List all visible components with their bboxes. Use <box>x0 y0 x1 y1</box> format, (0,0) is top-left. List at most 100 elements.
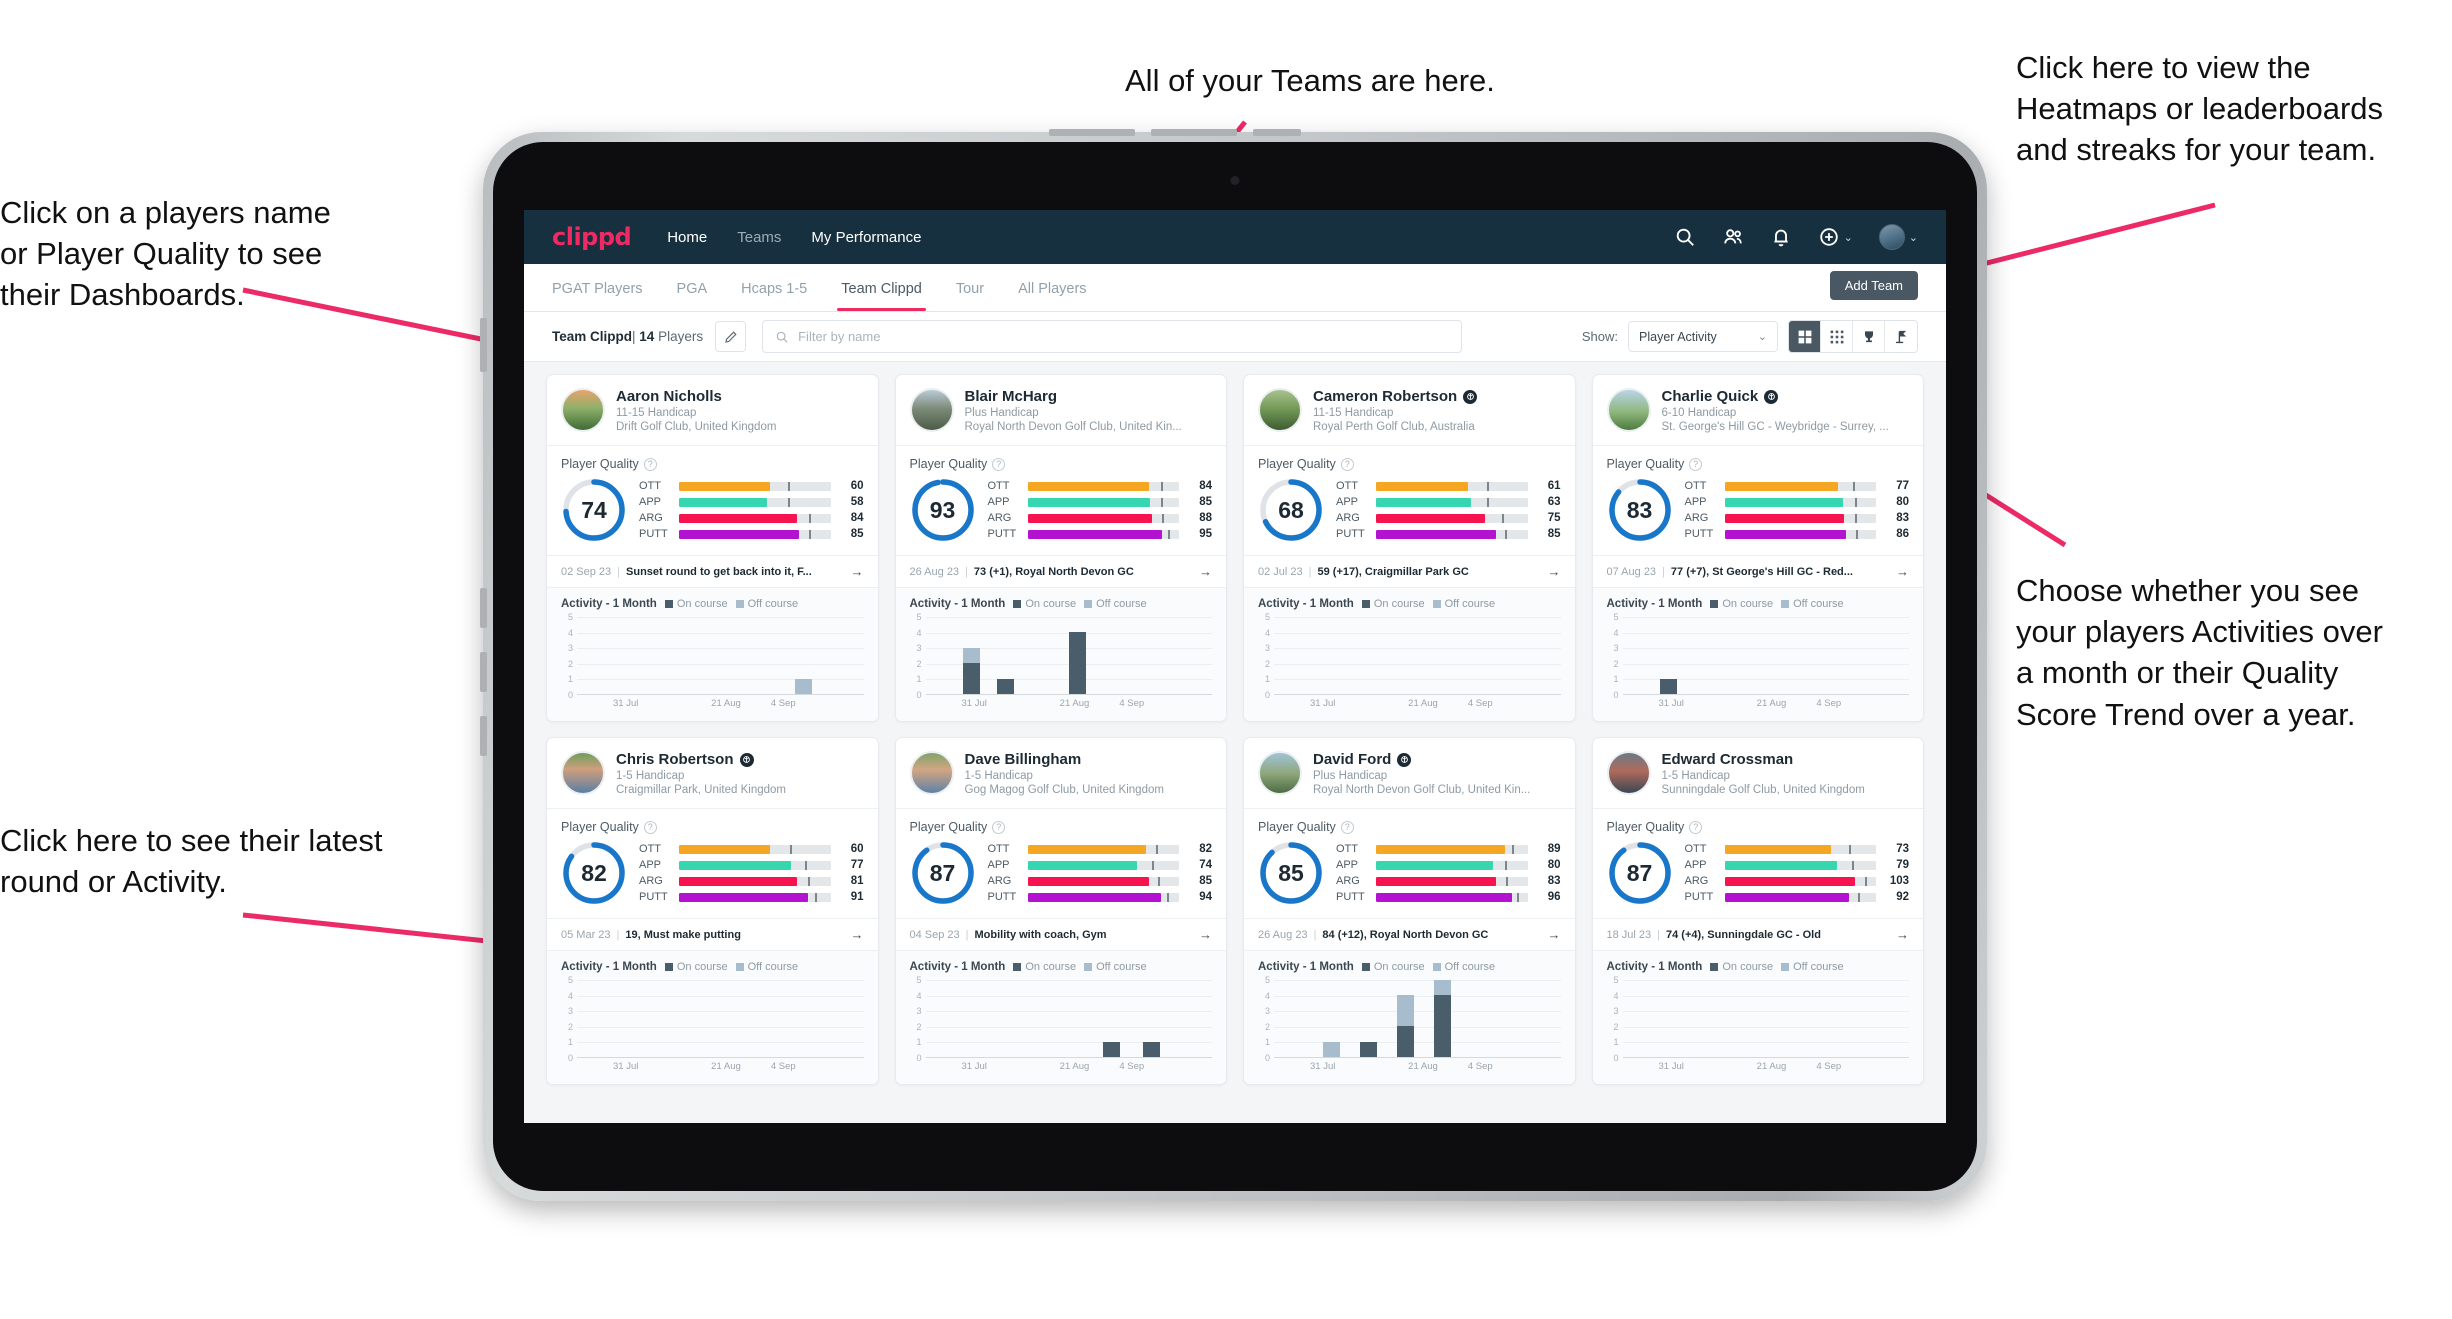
player-name[interactable]: Edward Crossman <box>1662 751 1794 768</box>
quality-score-ring[interactable]: 68 <box>1258 477 1324 543</box>
help-icon[interactable]: ? <box>992 820 1006 834</box>
trophy-icon[interactable] <box>1853 321 1885 352</box>
player-name-row[interactable]: Dave Billingham <box>965 751 1213 768</box>
arrow-right-icon[interactable]: → <box>1542 927 1561 942</box>
search-icon[interactable] <box>1674 226 1696 248</box>
player-avatar[interactable] <box>561 388 605 432</box>
dots-grid-icon[interactable] <box>1821 321 1853 352</box>
show-select[interactable]: Player Activity ⌄ <box>1628 321 1778 352</box>
player-avatar[interactable] <box>909 388 954 432</box>
player-card[interactable]: Aaron Nicholls 11-15 Handicap Drift Golf C… <box>546 374 879 722</box>
player-avatar[interactable] <box>909 751 954 795</box>
tab-team-clippd[interactable]: Team Clippd <box>837 264 926 311</box>
add-team-button[interactable]: Add Team <box>1829 271 1918 300</box>
player-name-row[interactable]: Chris Robertson <box>616 751 864 768</box>
player-quality-section[interactable]: Player Quality? 83 OTT 77 APP 80 ARG 83 PUTT 86 <box>1593 446 1924 555</box>
help-icon[interactable]: ? <box>643 820 657 834</box>
latest-round-row[interactable]: 18 Jul 23 | 74 (+4), Sunningdale GC - Old → <box>1592 918 1923 951</box>
player-quality-section[interactable]: Player Quality? 87 OTT 73 APP 79 ARG 103 PUTT 92 <box>1593 809 1924 918</box>
player-name[interactable]: Aaron Nicholls <box>616 388 722 405</box>
player-card[interactable]: Chris Robertson 1-5 Handicap Craigmillar P… <box>546 737 879 1085</box>
player-card-header[interactable]: Blair McHarg Plus Handicap Royal North Dev… <box>896 375 1227 445</box>
player-name[interactable]: David Ford <box>1313 751 1391 768</box>
player-card[interactable]: Blair McHarg Plus Handicap Royal North Dev… <box>894 374 1227 722</box>
arrow-right-icon[interactable]: → <box>845 564 864 579</box>
tab-pgat-players[interactable]: PGAT Players <box>552 264 643 311</box>
quality-score-ring[interactable]: 87 <box>910 840 976 906</box>
player-card[interactable]: Cameron Robertson 11-15 Handicap Royal Per… <box>1243 374 1576 722</box>
player-quality-section[interactable]: Player Quality? 93 OTT 84 APP 85 ARG 88 PUTT 95 <box>896 446 1227 555</box>
arrow-right-icon[interactable]: → <box>1193 564 1212 579</box>
chevron-down-icon[interactable]: ⌄ <box>1844 231 1853 244</box>
help-icon[interactable]: ? <box>1689 457 1703 471</box>
golf-flag-icon[interactable] <box>1885 321 1917 352</box>
quality-score-ring[interactable]: 85 <box>1258 840 1324 906</box>
account-menu[interactable]: ⌄ <box>1878 224 1918 250</box>
arrow-right-icon[interactable]: → <box>1890 564 1909 579</box>
tab-all-players[interactable]: All Players <box>1018 264 1087 311</box>
help-icon[interactable]: ? <box>1689 820 1703 834</box>
player-name[interactable]: Chris Robertson <box>616 751 734 768</box>
device-button-left-4[interactable] <box>480 716 487 756</box>
tab-pga[interactable]: PGA <box>677 264 708 311</box>
player-card[interactable]: Dave Billingham 1-5 Handicap Gog Magog Gol… <box>894 737 1227 1085</box>
arrow-right-icon[interactable]: → <box>1193 927 1212 942</box>
quality-score-ring[interactable]: 93 <box>910 477 976 543</box>
player-card[interactable]: Charlie Quick 6-10 Handicap St. George's H… <box>1591 374 1924 722</box>
player-avatar[interactable] <box>1258 751 1302 795</box>
player-avatar[interactable] <box>1606 751 1651 795</box>
player-name-row[interactable]: Charlie Quick <box>1662 388 1910 405</box>
latest-round-row[interactable]: 02 Jul 23 | 59 (+17), Craigmillar Park GC → <box>1244 555 1575 588</box>
player-name-row[interactable]: Edward Crossman <box>1662 751 1910 768</box>
player-card-header[interactable]: Charlie Quick 6-10 Handicap St. George's H… <box>1593 375 1924 445</box>
latest-round-row[interactable]: 04 Sep 23 | Mobility with coach, Gym → <box>895 918 1226 951</box>
player-name[interactable]: Cameron Robertson <box>1313 388 1457 405</box>
player-quality-section[interactable]: Player Quality? 68 OTT 61 APP 63 ARG 75 PUTT 85 <box>1244 446 1575 555</box>
player-name-row[interactable]: Aaron Nicholls <box>616 388 864 405</box>
help-icon[interactable]: ? <box>1340 820 1354 834</box>
latest-round-row[interactable]: 02 Sep 23 | Sunset round to get back into … <box>547 555 878 588</box>
device-button-top-3[interactable] <box>1253 129 1301 136</box>
player-quality-section[interactable]: Player Quality? 74 OTT 60 APP 58 ARG 84 PUTT 85 <box>547 446 878 555</box>
player-quality-section[interactable]: Player Quality? 82 OTT 60 APP 77 ARG 81 PUTT 91 <box>547 809 878 918</box>
player-card-header[interactable]: Edward Crossman 1-5 Handicap Sunningdale G… <box>1593 738 1924 808</box>
device-button-top-1[interactable] <box>1049 129 1135 136</box>
player-card-header[interactable]: David Ford Plus Handicap Royal North Devon… <box>1244 738 1575 808</box>
nav-link-my-performance[interactable]: My Performance <box>811 229 921 246</box>
quality-score-ring[interactable]: 74 <box>561 477 627 543</box>
latest-round-row[interactable]: 26 Aug 23 | 84 (+12), Royal North Devon GC… <box>1244 918 1575 951</box>
player-quality-section[interactable]: Player Quality? 87 OTT 82 APP 74 ARG 85 PUTT 94 <box>896 809 1227 918</box>
bell-icon[interactable] <box>1770 226 1792 248</box>
arrow-right-icon[interactable]: → <box>1542 564 1561 579</box>
help-icon[interactable]: ? <box>643 457 657 471</box>
quality-score-ring[interactable]: 87 <box>1607 840 1673 906</box>
chevron-down-icon-account[interactable]: ⌄ <box>1909 231 1918 244</box>
player-avatar[interactable] <box>1606 388 1651 432</box>
latest-round-row[interactable]: 07 Aug 23 | 77 (+7), St George's Hill GC -… <box>1592 555 1923 588</box>
quality-score-ring[interactable]: 82 <box>561 840 627 906</box>
player-card[interactable]: Edward Crossman 1-5 Handicap Sunningdale G… <box>1591 737 1924 1085</box>
nav-link-teams[interactable]: Teams <box>737 229 781 246</box>
player-name[interactable]: Charlie Quick <box>1662 388 1759 405</box>
device-button-left-1[interactable] <box>480 318 487 372</box>
device-button-left-2[interactable] <box>480 588 487 628</box>
player-name[interactable]: Blair McHarg <box>965 388 1058 405</box>
player-avatar[interactable] <box>561 751 605 795</box>
player-avatar[interactable] <box>1258 388 1302 432</box>
player-quality-section[interactable]: Player Quality? 85 OTT 89 APP 80 ARG 83 PUTT 96 <box>1244 809 1575 918</box>
help-icon[interactable]: ? <box>1340 457 1354 471</box>
edit-team-button[interactable] <box>715 321 747 352</box>
grid-view-icon[interactable] <box>1789 321 1821 352</box>
search-input[interactable] <box>798 329 1450 344</box>
player-name-row[interactable]: Cameron Robertson <box>1313 388 1561 405</box>
player-card-header[interactable]: Chris Robertson 1-5 Handicap Craigmillar P… <box>547 738 878 808</box>
arrow-right-icon[interactable]: → <box>845 927 864 942</box>
player-name[interactable]: Dave Billingham <box>965 751 1082 768</box>
device-button-top-2[interactable] <box>1151 129 1237 136</box>
clippd-logo[interactable]: clippd <box>552 223 632 251</box>
player-name-row[interactable]: David Ford <box>1313 751 1561 768</box>
help-icon[interactable]: ? <box>992 457 1006 471</box>
people-icon[interactable] <box>1722 226 1744 248</box>
arrow-right-icon[interactable]: → <box>1890 927 1909 942</box>
search-field-wrapper[interactable] <box>762 320 1463 353</box>
